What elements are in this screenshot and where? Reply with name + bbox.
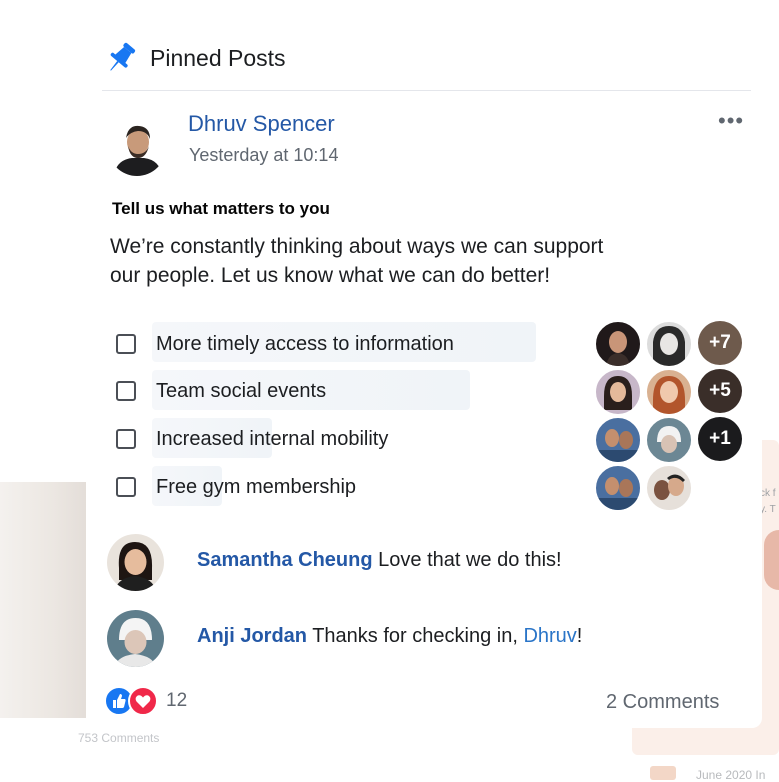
poll-option[interactable]: Increased internal mobility (116, 419, 388, 459)
reaction-count: 12 (166, 690, 188, 711)
background-snippet-line: ck f (760, 488, 776, 499)
background-avatar (764, 530, 779, 590)
voter-avatar[interactable] (595, 369, 641, 415)
reactions-summary[interactable]: 12 (104, 686, 187, 716)
poll-checkbox[interactable] (116, 429, 136, 449)
poll-checkbox[interactable] (116, 477, 136, 497)
comment-text: Love that we do this! (378, 549, 562, 571)
voter-avatar[interactable] (595, 465, 641, 511)
comment-text: ! (576, 625, 583, 647)
voter-avatar[interactable] (595, 321, 641, 367)
poll-checkbox[interactable] (116, 334, 136, 354)
page-title: Pinned Posts (150, 44, 286, 71)
voter-avatar[interactable] (646, 369, 692, 415)
poll-option[interactable]: Free gym membership (116, 467, 356, 507)
poll-option-label: Increased internal mobility (156, 428, 389, 450)
author-avatar-image (108, 118, 166, 176)
poll-option[interactable]: More timely access to information (116, 324, 454, 364)
author-avatar[interactable] (108, 118, 166, 176)
voter-avatar[interactable] (646, 465, 692, 511)
comment-text: Thanks for checking in, (312, 625, 524, 647)
commenter-avatar[interactable] (107, 534, 164, 591)
poll-option-label: More timely access to information (156, 333, 454, 355)
poll-option[interactable]: Team social events (116, 371, 326, 411)
background-snippet: ck f y. T (760, 486, 776, 518)
post-timestamp[interactable]: Yesterday at 10:14 (189, 145, 338, 166)
love-icon (128, 686, 158, 716)
poll-option-label: Free gym membership (156, 476, 357, 498)
post-body-line: We’re constantly thinking about ways we … (110, 235, 604, 258)
poll-checkbox[interactable] (116, 381, 136, 401)
more-options-button[interactable]: ••• (718, 110, 748, 134)
post-body-line: our people. Let us know what we can do b… (110, 264, 551, 287)
more-voters-badge[interactable]: +5 (698, 369, 742, 413)
post-title: Tell us what matters to you (112, 199, 330, 218)
pinned-posts-header: Pinned Posts (102, 38, 751, 91)
more-voters-badge[interactable]: +7 (698, 321, 742, 365)
pin-icon (110, 42, 136, 71)
author-name-link[interactable]: Dhruv Spencer (188, 111, 335, 137)
commenter-avatar[interactable] (107, 610, 164, 667)
mention-link[interactable]: Dhruv (523, 625, 576, 647)
comments-count-link[interactable]: 2 Comments (606, 691, 719, 714)
voter-avatar[interactable] (646, 321, 692, 367)
background-snippet-line: y. T (760, 504, 776, 515)
more-voters-badge[interactable]: +1 (698, 417, 742, 461)
comment-author-link[interactable]: Anji Jordan (197, 625, 307, 647)
voter-avatar[interactable] (595, 417, 641, 463)
voter-avatar[interactable] (646, 417, 692, 463)
comment: Samantha Cheung Love that we do this! (197, 549, 562, 572)
background-comments-count: 753 Comments (78, 731, 160, 745)
background-photo-left (0, 482, 88, 718)
background-calendar-icon (650, 766, 676, 780)
poll-option-label: Team social events (156, 380, 327, 402)
post-body: We’re constantly thinking about ways we … (110, 232, 690, 290)
comment-author-link[interactable]: Samantha Cheung (197, 549, 373, 571)
comment: Anji Jordan Thanks for checking in, Dhru… (197, 625, 582, 648)
